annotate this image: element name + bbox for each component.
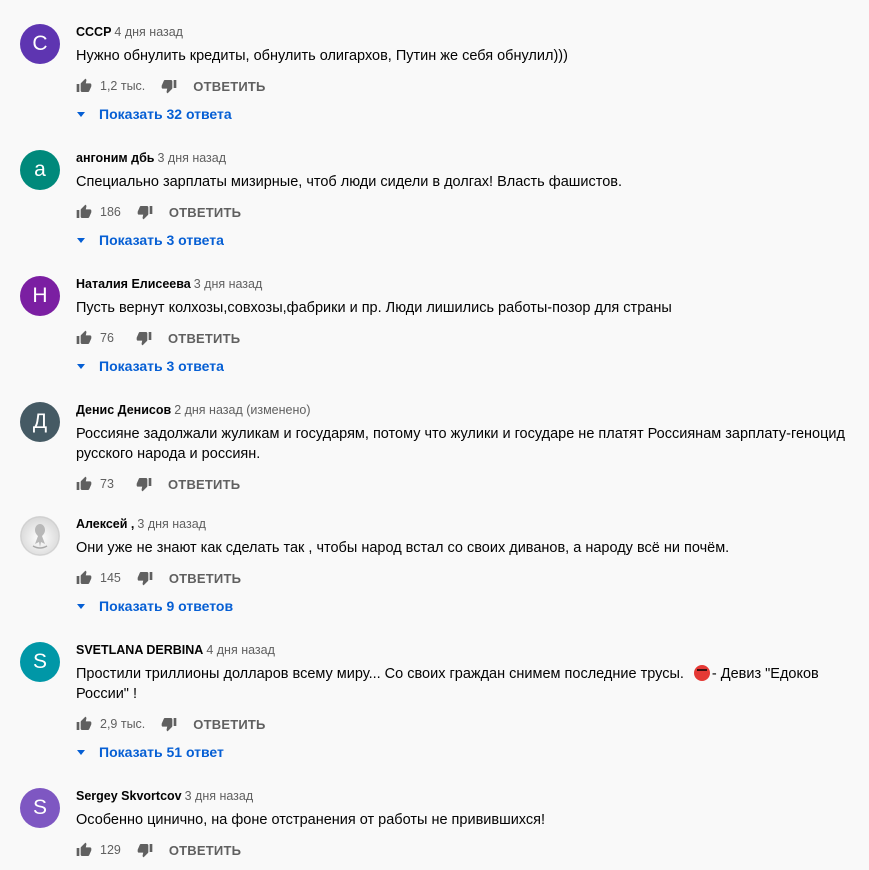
- comment-actions: 2,9 тыс. ОТВЕТИТЬ: [76, 714, 859, 734]
- comment-time[interactable]: 3 дня назад: [194, 277, 263, 291]
- comment-text: Россияне задолжали жуликам и государям, …: [76, 426, 845, 462]
- like-count: 73: [100, 477, 114, 491]
- thumb-up-icon[interactable]: [76, 204, 92, 220]
- like-count: 145: [100, 571, 121, 585]
- like-count: 76: [100, 331, 114, 345]
- reply-button[interactable]: ОТВЕТИТЬ: [193, 79, 265, 94]
- comment-body: Наталия Елисеева 3 дня назад Пусть вернут…: [76, 276, 859, 376]
- show-replies-label: Показать 9 ответов: [99, 598, 234, 614]
- comment-header: СССР 4 дня назад: [76, 24, 859, 40]
- reply-button[interactable]: ОТВЕТИТЬ: [193, 717, 265, 732]
- thumb-up-icon[interactable]: [76, 842, 92, 858]
- reply-button[interactable]: ОТВЕТИТЬ: [168, 331, 240, 346]
- like-count: 2,9 тыс.: [100, 717, 146, 731]
- comment-header: ангоним дбь 3 дня назад: [76, 150, 859, 166]
- avatar[interactable]: Н: [20, 276, 60, 316]
- thumb-up-icon[interactable]: [76, 78, 92, 94]
- comment-body: Sergey Skvortcov 3 дня назад Особенно цин…: [76, 788, 859, 860]
- avatar-photo-icon: [20, 516, 60, 556]
- thumb-down-icon[interactable]: [161, 78, 177, 94]
- avatar[interactable]: а: [20, 150, 60, 190]
- caret-down-icon: [77, 363, 85, 369]
- comment-author[interactable]: Денис Денисов: [76, 403, 171, 417]
- show-replies-button[interactable]: Показать 9 ответов: [76, 596, 859, 616]
- like-count: 1,2 тыс.: [100, 79, 146, 93]
- caret-down-icon: [77, 749, 85, 755]
- avatar[interactable]: S: [20, 642, 60, 682]
- comment-time[interactable]: 4 дня назад: [206, 643, 275, 657]
- avatar[interactable]: Д: [20, 402, 60, 442]
- thumb-down-icon[interactable]: [136, 330, 152, 346]
- comment-header: Денис Денисов 2 дня назад (изменено): [76, 402, 859, 418]
- show-replies-label: Показать 3 ответа: [99, 358, 224, 374]
- comment-time[interactable]: 3 дня назад: [157, 151, 226, 165]
- like-count: 186: [100, 205, 121, 219]
- comment-author[interactable]: ангоним дбь: [76, 151, 154, 165]
- reply-button[interactable]: ОТВЕТИТЬ: [169, 571, 241, 586]
- comment-body: Денис Денисов 2 дня назад (изменено) Росс…: [76, 402, 859, 494]
- show-replies-button[interactable]: Показать 3 ответа: [76, 356, 859, 376]
- comment-header: SVETLANA DERBINA 4 дня назад: [76, 642, 859, 658]
- show-replies-button[interactable]: Показать 51 ответ: [76, 742, 859, 762]
- comment-text: Пусть вернут колхозы,совхозы,фабрики и п…: [76, 300, 672, 316]
- reply-button[interactable]: ОТВЕТИТЬ: [169, 843, 241, 858]
- angry-face-icon: [693, 665, 710, 681]
- show-replies-label: Показать 32 ответа: [99, 106, 232, 122]
- thumb-up-icon[interactable]: [76, 570, 92, 586]
- show-replies-button[interactable]: Показать 3 ответа: [76, 230, 859, 250]
- comment-actions: 76 ОТВЕТИТЬ: [76, 328, 859, 348]
- thumb-down-icon[interactable]: [137, 204, 153, 220]
- thumb-up-icon[interactable]: [76, 330, 92, 346]
- thumb-down-icon[interactable]: [137, 570, 153, 586]
- reply-button[interactable]: ОТВЕТИТЬ: [168, 477, 240, 492]
- comment-text: Особенно цинично, на фоне отстранения от…: [76, 812, 546, 828]
- comment-author[interactable]: Sergey Skvortcov: [76, 789, 182, 803]
- comment-actions: 1,2 тыс. ОТВЕТИТЬ: [76, 76, 859, 96]
- comment-actions: 129 ОТВЕТИТЬ: [76, 840, 859, 860]
- thumb-down-icon[interactable]: [161, 716, 177, 732]
- caret-down-icon: [77, 603, 85, 609]
- comment-author[interactable]: Алексей ,: [76, 517, 134, 531]
- avatar[interactable]: S: [20, 788, 60, 828]
- thumb-down-icon[interactable]: [137, 842, 153, 858]
- comment-body: Алексей ,3 дня назад Они уже не знают ка…: [76, 516, 859, 616]
- comment-header: Наталия Елисеева 3 дня назад: [76, 276, 859, 292]
- like-count: 129: [100, 843, 121, 857]
- comment-header: Алексей ,3 дня назад: [76, 516, 859, 532]
- avatar[interactable]: C: [20, 24, 60, 64]
- comment-text: Специально зарплаты мизирные, чтоб люди …: [76, 174, 623, 190]
- comment-author[interactable]: Наталия Елисеева: [76, 277, 191, 291]
- comment-author[interactable]: SVETLANA DERBINA: [76, 643, 203, 657]
- comment-text: Простили триллионы долларов всему миру..…: [76, 664, 859, 704]
- comment-time[interactable]: 4 дня назад: [114, 25, 183, 39]
- comment-time[interactable]: 3 дня назад: [185, 789, 254, 803]
- comment-time[interactable]: 3 дня назад: [137, 517, 206, 531]
- comment-text: Они уже не знают как сделать так , чтобы…: [76, 540, 730, 556]
- caret-down-icon: [77, 111, 85, 117]
- show-replies-label: Показать 3 ответа: [99, 232, 224, 248]
- caret-down-icon: [77, 237, 85, 243]
- comment-header: Sergey Skvortcov 3 дня назад: [76, 788, 859, 804]
- comment-actions: 73 ОТВЕТИТЬ: [76, 474, 859, 494]
- comment-text-part: Простили триллионы долларов всему миру..…: [76, 666, 684, 682]
- avatar[interactable]: [20, 516, 60, 556]
- comment-time[interactable]: 2 дня назад (изменено): [174, 403, 310, 417]
- comment-author[interactable]: СССР: [76, 25, 111, 39]
- comment-actions: 186 ОТВЕТИТЬ: [76, 202, 859, 222]
- comment-actions: 145 ОТВЕТИТЬ: [76, 568, 859, 588]
- thumb-up-icon[interactable]: [76, 716, 92, 732]
- reply-button[interactable]: ОТВЕТИТЬ: [169, 205, 241, 220]
- show-replies-label: Показать 51 ответ: [99, 744, 224, 760]
- comment-text: Нужно обнулить кредиты, обнулить олигарх…: [76, 48, 568, 64]
- comment-body: SVETLANA DERBINA 4 дня назад Простили три…: [76, 642, 859, 762]
- comment-body: СССР 4 дня назад Нужно обнулить кредиты, …: [76, 24, 859, 124]
- comment-body: ангоним дбь 3 дня назад Специально зарпла…: [76, 150, 859, 250]
- show-replies-button[interactable]: Показать 32 ответа: [76, 104, 859, 124]
- thumb-up-icon[interactable]: [76, 476, 92, 492]
- thumb-down-icon[interactable]: [136, 476, 152, 492]
